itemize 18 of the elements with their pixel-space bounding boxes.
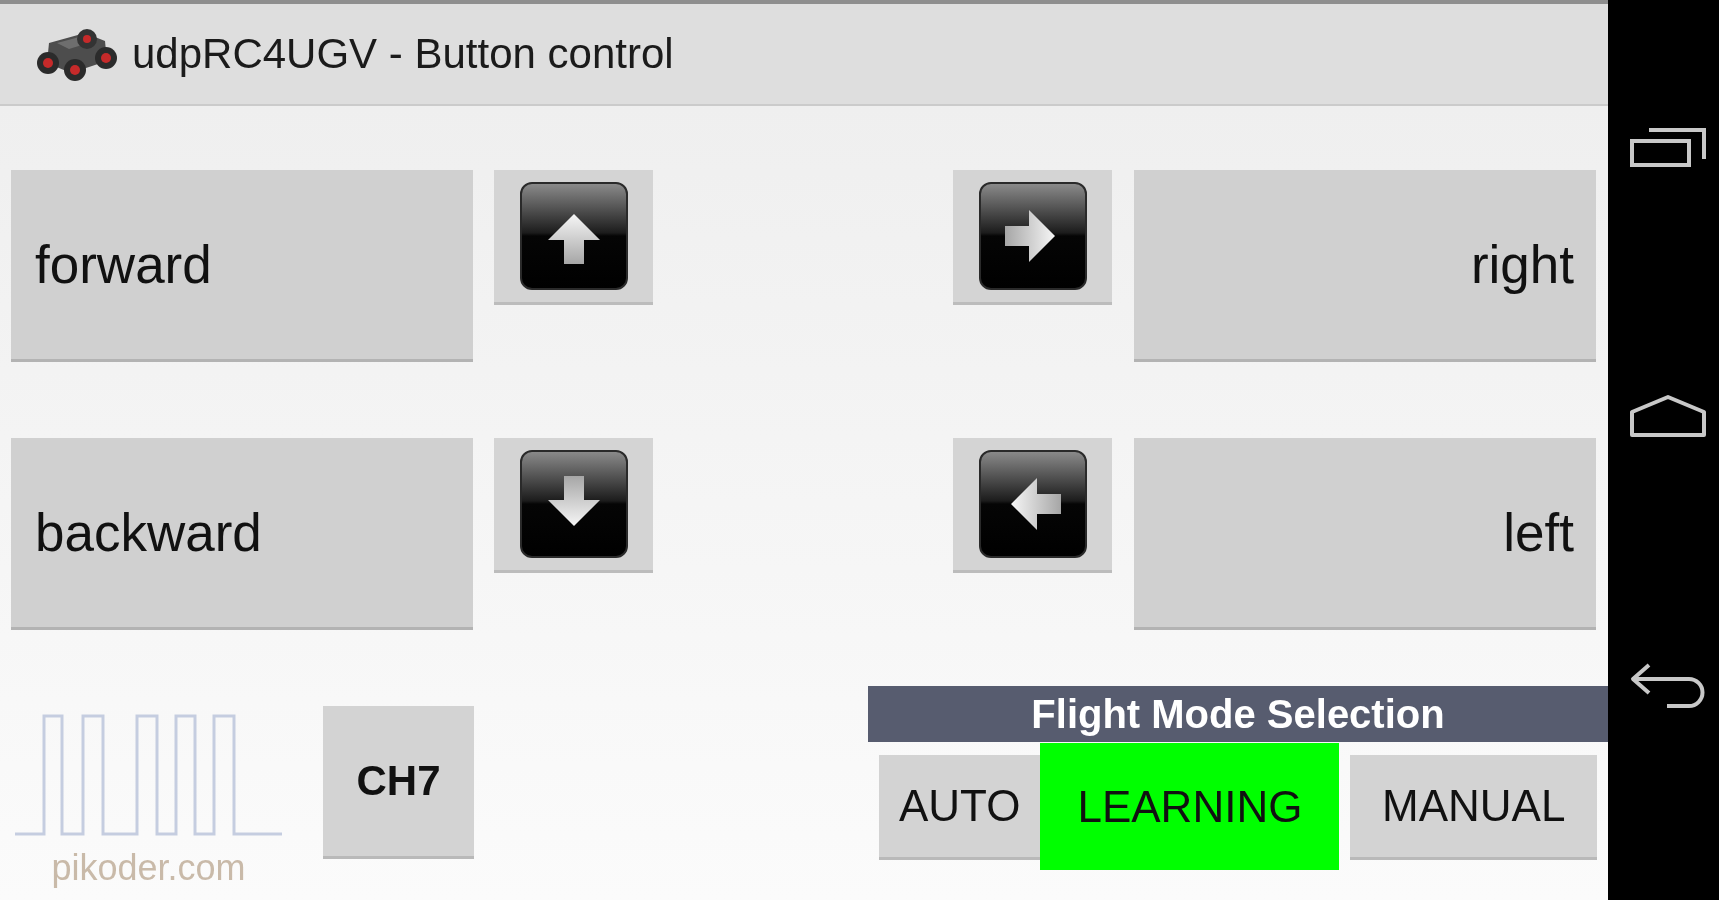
- direction-button[interactable]: forward: [11, 170, 473, 362]
- direction-button[interactable]: backward: [11, 438, 473, 630]
- arrow-button[interactable]: [953, 170, 1112, 305]
- channel-button[interactable]: CH7: [323, 706, 474, 859]
- rover-icon: [35, 26, 118, 82]
- direction-button[interactable]: left: [1134, 438, 1596, 630]
- window-title: udpRC4UGV - Button control: [132, 29, 674, 79]
- recent-apps-icon[interactable]: [1629, 126, 1707, 168]
- arrow-button[interactable]: [953, 438, 1112, 573]
- arrow-button[interactable]: [494, 438, 653, 573]
- mode-button[interactable]: MANUAL: [1350, 755, 1597, 860]
- mode-button[interactable]: AUTO: [879, 755, 1041, 860]
- direction-button[interactable]: right: [1134, 170, 1596, 362]
- logo-text: pikoder.com: [51, 848, 246, 888]
- mode-button[interactable]: LEARNING: [1040, 743, 1340, 870]
- arrow-button[interactable]: [494, 170, 653, 305]
- section-header: Flight Mode Selection: [868, 686, 1608, 742]
- home-icon[interactable]: [1629, 394, 1707, 438]
